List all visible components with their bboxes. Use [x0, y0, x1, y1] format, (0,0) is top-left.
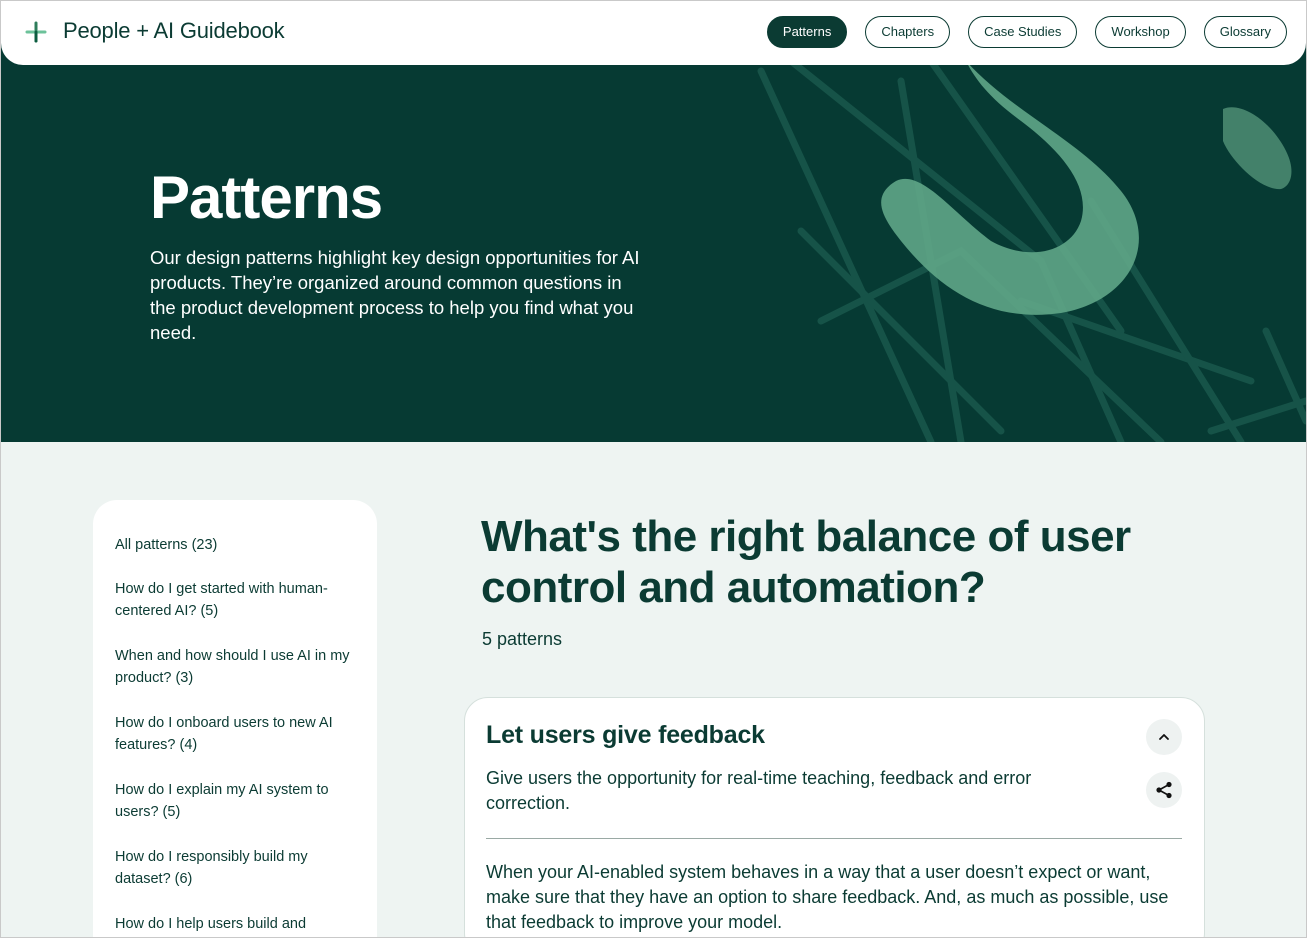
- share-icon: [1156, 781, 1172, 799]
- sidebar-item-all-patterns[interactable]: All patterns (23): [115, 534, 355, 556]
- main-nav: Patterns Chapters Case Studies Workshop …: [766, 16, 1287, 48]
- nav-chapters[interactable]: Chapters: [865, 16, 951, 48]
- pattern-card-subtitle: Give users the opportunity for real-time…: [486, 768, 1032, 813]
- share-button[interactable]: [1146, 772, 1182, 808]
- pattern-filter-sidebar: All patterns (23) How do I get started w…: [93, 500, 377, 937]
- pattern-card: Let users give feedback Give users the o…: [464, 697, 1205, 937]
- sidebar-item-explainability[interactable]: How do I explain my AI system to users? …: [115, 779, 355, 823]
- hero-brush-stroke: [881, 61, 1139, 315]
- hero-description: Our design patterns highlight key design…: [150, 247, 640, 343]
- sidebar-item-dataset[interactable]: How do I responsibly build my dataset? (…: [115, 846, 355, 890]
- site-logo-text[interactable]: People + AI Guidebook: [63, 18, 285, 44]
- nav-workshop[interactable]: Workshop: [1095, 16, 1186, 48]
- nav-glossary[interactable]: Glossary: [1203, 16, 1287, 48]
- nav-case-studies[interactable]: Case Studies: [968, 16, 1078, 48]
- pattern-count: 5 patterns: [482, 629, 563, 649]
- page-frame: Patterns Our design patterns highlight k…: [0, 0, 1307, 938]
- plus-logo-icon[interactable]: [25, 21, 47, 43]
- sidebar-item-when-to-use-ai[interactable]: When and how should I use AI in my produ…: [115, 645, 355, 689]
- sidebar-item-getting-started[interactable]: How do I get started with human-centered…: [115, 578, 355, 622]
- hero-banner: Patterns Our design patterns highlight k…: [1, 1, 1306, 442]
- top-navigation-bar: People + AI Guidebook Patterns Chapters …: [1, 1, 1306, 65]
- pattern-card-body: When your AI-enabled system behaves in a…: [486, 862, 1169, 932]
- section-title: What's the right balance of user control…: [481, 512, 1131, 612]
- card-divider: [486, 838, 1182, 839]
- collapse-button[interactable]: [1146, 719, 1182, 755]
- hero-title: Patterns: [150, 164, 383, 231]
- nav-patterns[interactable]: Patterns: [766, 16, 848, 48]
- pattern-card-title: Let users give feedback: [486, 721, 765, 749]
- sidebar-item-trust[interactable]: How do I help users build and calibrate …: [115, 913, 355, 937]
- chevron-up-icon: [1159, 734, 1169, 740]
- sidebar-item-onboarding[interactable]: How do I onboard users to new AI feature…: [115, 712, 355, 756]
